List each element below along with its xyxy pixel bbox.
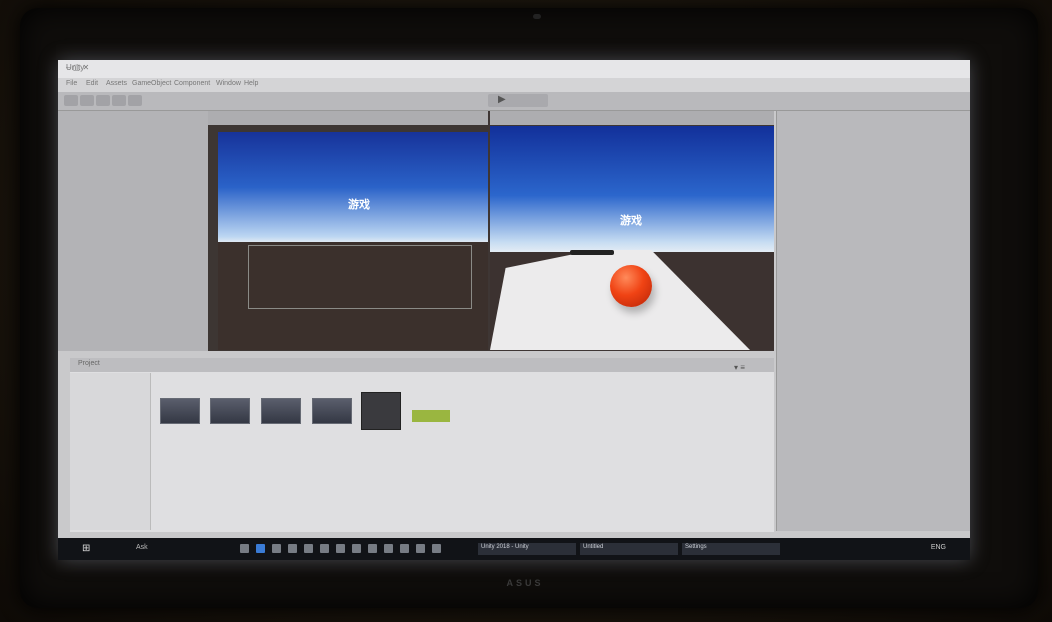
- scene-overlay-text: 游戏: [348, 199, 370, 211]
- rect-tool-icon[interactable]: [128, 95, 142, 106]
- scene-thumbnail-icon: [160, 398, 200, 424]
- camera-frame-outline: [248, 245, 472, 309]
- move-tool-icon[interactable]: [80, 95, 94, 106]
- project-panel: [70, 358, 774, 532]
- app-icon[interactable]: [400, 544, 409, 553]
- play-button[interactable]: ▶: [498, 94, 506, 105]
- menu-file[interactable]: File: [66, 80, 77, 87]
- app-icon[interactable]: [368, 544, 377, 553]
- material-thumbnail-icon: [361, 392, 401, 430]
- scene-thumbnail-icon: [210, 398, 250, 424]
- menu-bar: File Edit Assets GameObject Component Wi…: [58, 78, 970, 92]
- asset-item[interactable]: [210, 398, 250, 426]
- menu-gameobject[interactable]: GameObject: [132, 80, 171, 87]
- project-folder-tree: [70, 373, 151, 530]
- menu-component[interactable]: Component: [174, 80, 210, 87]
- taskbar-item[interactable]: Settings: [682, 543, 780, 555]
- asset-item[interactable]: [261, 398, 301, 426]
- menu-window[interactable]: Window: [216, 80, 241, 87]
- play-controls: [488, 94, 548, 107]
- game-tab-bar: [490, 111, 774, 125]
- project-tab-bar: [70, 358, 774, 372]
- menu-assets[interactable]: Assets: [106, 80, 127, 87]
- asset-item[interactable]: [361, 392, 401, 432]
- brand-logo: ASUS: [506, 578, 544, 588]
- store-icon[interactable]: [288, 544, 297, 553]
- red-ball: [610, 265, 652, 307]
- system-tray[interactable]: ENG: [931, 544, 946, 551]
- window-controls[interactable]: – ▢ ✕: [66, 63, 964, 72]
- app-icon[interactable]: [336, 544, 345, 553]
- search-box[interactable]: Ask: [136, 544, 148, 551]
- game-skybox: [490, 126, 774, 252]
- menu-help[interactable]: Help: [244, 80, 258, 87]
- webcam: [533, 14, 541, 19]
- task-view-icon[interactable]: [240, 544, 249, 553]
- start-icon[interactable]: ⊞: [82, 544, 92, 554]
- app-icon[interactable]: [352, 544, 361, 553]
- app-icon[interactable]: [320, 544, 329, 553]
- android-icon: [412, 410, 450, 422]
- app-icon[interactable]: [304, 544, 313, 553]
- game-overlay-text: 游戏: [620, 215, 642, 227]
- scene-tab-bar: [208, 111, 490, 125]
- app-icon[interactable]: [384, 544, 393, 553]
- toolbar: ▶: [58, 92, 970, 111]
- scale-tool-icon[interactable]: [112, 95, 126, 106]
- taskbar-item-unity[interactable]: Unity 2018 - Unity: [478, 543, 576, 555]
- game-wall: [570, 250, 614, 255]
- taskbar: ⊞ Ask Unity 2018 - Unity Untitled Settin…: [58, 538, 970, 560]
- project-tab[interactable]: Project: [78, 360, 100, 367]
- project-menu-icon[interactable]: ▾ ≡: [734, 363, 745, 372]
- app-icon[interactable]: [432, 544, 441, 553]
- edge-icon[interactable]: [256, 544, 265, 553]
- inspector-panel: [776, 111, 970, 531]
- asset-item[interactable]: [160, 398, 200, 426]
- scene-thumbnail-icon: [312, 398, 352, 424]
- taskbar-item[interactable]: Untitled: [580, 543, 678, 555]
- rotate-tool-icon[interactable]: [96, 95, 110, 106]
- asset-item[interactable]: [412, 398, 452, 424]
- hierarchy-panel: [58, 111, 209, 351]
- scene-skybox: [218, 132, 488, 242]
- screen: Unity – ▢ ✕ File Edit Assets GameObject …: [58, 60, 970, 560]
- scene-thumbnail-icon: [261, 398, 301, 424]
- menu-edit[interactable]: Edit: [86, 80, 98, 87]
- app-icon[interactable]: [416, 544, 425, 553]
- explorer-icon[interactable]: [272, 544, 281, 553]
- hand-tool-icon[interactable]: [64, 95, 78, 106]
- asset-item[interactable]: [312, 398, 352, 426]
- title-bar: Unity – ▢ ✕: [58, 60, 970, 79]
